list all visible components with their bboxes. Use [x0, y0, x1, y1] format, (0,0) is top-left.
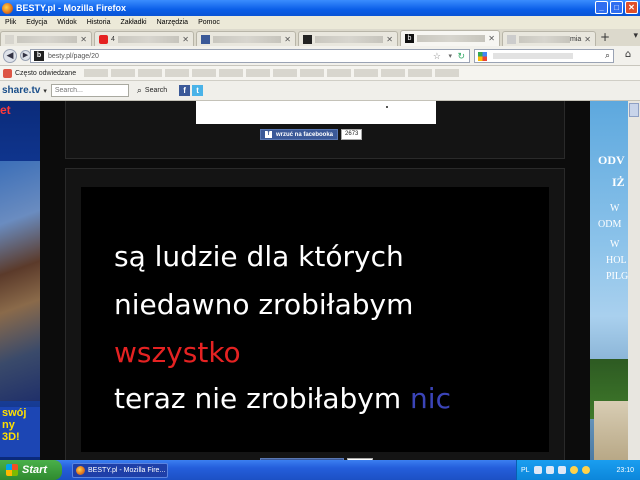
tab-label: mia [570, 35, 582, 43]
tab-close-icon[interactable]: ✕ [386, 35, 393, 44]
post-image [196, 101, 436, 124]
menu-help[interactable]: Pomoc [193, 19, 225, 26]
scrollbar-thumb[interactable] [629, 103, 639, 117]
media-icon [303, 34, 312, 44]
page-viewport: et swój ny 3D! f wrzuć na facebooka 2673… [0, 101, 640, 460]
tab-list-icon[interactable]: ▾ [633, 31, 638, 41]
window-controls: _ □ ✕ [595, 1, 638, 14]
post: są ludzie dla których niedawno zrobiłaby… [65, 168, 565, 460]
quote-line-4: teraz nie zrobiłabym nic [114, 382, 451, 415]
start-button[interactable]: Start [0, 460, 62, 480]
sharetv-search-button[interactable]: ⌕ Search [137, 85, 167, 96]
facebook-share-count: 2673 [341, 129, 363, 140]
tray-icon[interactable] [533, 466, 542, 474]
left-ad-banner[interactable]: et swój ny 3D! [0, 101, 40, 460]
tab-3[interactable]: ✕ [196, 31, 296, 46]
tab-label: 4 [111, 35, 115, 43]
menu-edit[interactable]: Edycja [21, 19, 52, 26]
menu-tools[interactable]: Narzędzia [152, 19, 194, 26]
tab-close-icon[interactable]: ✕ [584, 35, 591, 44]
quote-line-2: niedawno zrobiłabym [114, 288, 414, 321]
sharetv-toolbar: share.tv ▾ ⌕ Search f t [0, 81, 640, 101]
tray-icon[interactable] [557, 466, 566, 474]
left-ad-image [0, 161, 40, 401]
tab-6[interactable]: mia ✕ [502, 31, 596, 46]
left-ad-title: et [0, 103, 11, 117]
post: f wrzuć na facebooka 2673 [65, 101, 565, 159]
close-button[interactable]: ✕ [625, 1, 638, 14]
site-favicon: b [34, 51, 44, 61]
search-engine-box[interactable]: ⌕ [474, 49, 614, 63]
tab-close-icon[interactable]: ✕ [284, 35, 291, 44]
menu-file[interactable]: Plik [0, 19, 21, 26]
sharetv-dropdown-icon[interactable]: ▾ [43, 87, 47, 95]
facebook-icon[interactable]: f [179, 85, 191, 96]
window-title-bar: BESTY.pl - Mozilla Firefox _ □ ✕ [0, 0, 640, 16]
windows-logo-icon [6, 464, 18, 476]
left-ad-promo: swój ny 3D! [0, 407, 40, 457]
tab-5-active[interactable]: b ✕ [400, 30, 500, 46]
window-title: BESTY.pl - Mozilla Firefox [16, 3, 127, 13]
quote-line-1: są ludzie dla których [114, 240, 404, 273]
firefox-icon [2, 2, 13, 14]
tray-icon[interactable] [569, 466, 578, 474]
most-visited-link[interactable]: Często odwiedzane [15, 70, 76, 77]
search-icon[interactable]: ⌕ [605, 51, 610, 61]
tab-4[interactable]: ✕ [298, 31, 398, 46]
system-tray: PL 23:10 [516, 460, 640, 480]
menu-bar: Plik Edycja Widok Historia Zakładki Narz… [0, 16, 640, 29]
language-indicator[interactable]: PL [521, 467, 530, 474]
address-bar[interactable]: b besty.pl/page/20 ☆ ▾ ↻ [30, 49, 470, 63]
page-icon [5, 34, 14, 44]
search-icon: ⌕ [136, 85, 142, 95]
tray-icon[interactable] [545, 466, 554, 474]
google-icon [478, 51, 487, 61]
taskbar-firefox-window[interactable]: BESTY.pl - Mozilla Fire... [72, 462, 168, 478]
windows-taskbar: Start BESTY.pl - Mozilla Fire... PL 23:1… [0, 460, 640, 480]
home-icon[interactable]: ⌂ [620, 49, 636, 63]
tab-close-icon[interactable]: ✕ [80, 35, 87, 44]
facebook-icon [201, 34, 210, 44]
sharetv-logo[interactable]: share.tv [2, 85, 40, 96]
menu-history[interactable]: Historia [82, 19, 116, 26]
quote-line-3: wszystko [114, 336, 241, 369]
youtube-icon [99, 34, 108, 44]
bookmark-folder-icon [3, 68, 12, 78]
firefox-icon [76, 465, 85, 475]
url-dropdown-icon[interactable]: ▾ [448, 52, 452, 60]
minimize-button[interactable]: _ [595, 1, 608, 14]
menu-bookmarks[interactable]: Zakładki [115, 19, 151, 26]
page-scrollbar[interactable] [628, 101, 640, 460]
sharetv-search-input[interactable] [50, 84, 129, 97]
menu-view[interactable]: Widok [52, 19, 81, 26]
tab-2[interactable]: 4 ✕ [94, 31, 194, 46]
back-button[interactable]: ◀ [3, 48, 17, 63]
bookmark-items [84, 69, 460, 77]
tab-bar: ✕ 4 ✕ ✕ ✕ b ✕ mia ✕ + ▾ [0, 29, 640, 46]
reload-icon[interactable]: ↻ [457, 51, 465, 62]
besty-icon: b [405, 34, 414, 43]
facebook-icon: f [265, 131, 272, 138]
bookmarks-bar: Często odwiedzane [0, 66, 640, 81]
facebook-share-row: f wrzuć na facebooka 2673 [260, 129, 363, 140]
tab-1[interactable]: ✕ [0, 31, 92, 46]
clock: 23:10 [616, 466, 634, 474]
tab-close-icon[interactable]: ✕ [182, 35, 189, 44]
maximize-button[interactable]: □ [610, 1, 623, 14]
quote-image: są ludzie dla których niedawno zrobiłaby… [81, 187, 549, 452]
page-icon [507, 34, 516, 44]
tray-icon[interactable] [581, 466, 590, 474]
navigation-bar: ◀ ▶ b besty.pl/page/20 ☆ ▾ ↻ ⌕ ⌂ [0, 46, 640, 66]
facebook-share-button[interactable]: f wrzuć na facebooka [260, 129, 339, 140]
bookmark-star-icon[interactable]: ☆ [433, 51, 441, 62]
url-text: besty.pl/page/20 [48, 52, 99, 60]
new-tab-button[interactable]: + [598, 31, 612, 46]
tab-close-icon[interactable]: ✕ [488, 34, 495, 43]
content-column: f wrzuć na facebooka 2673 są ludzie dla … [40, 101, 590, 460]
twitter-icon[interactable]: t [192, 85, 204, 96]
